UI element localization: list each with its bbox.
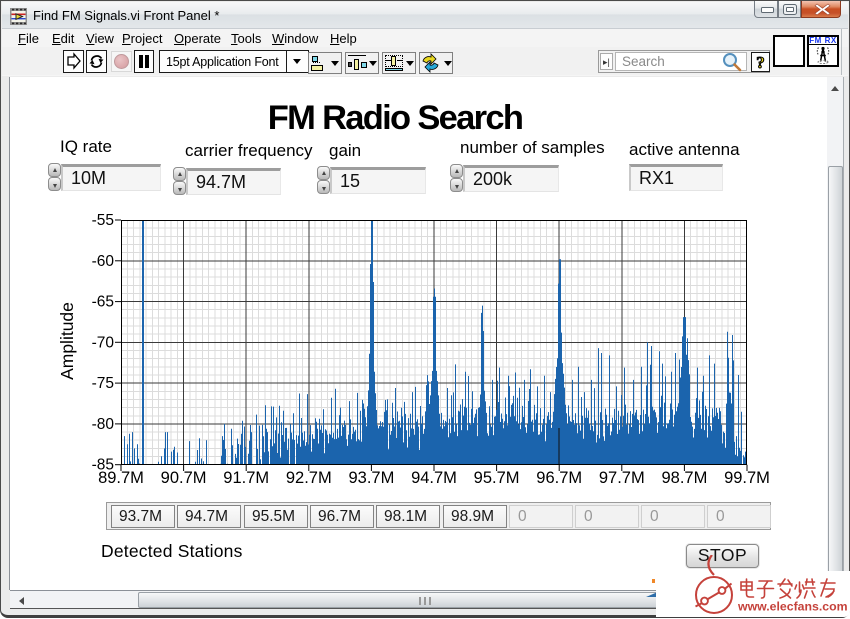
svg-text:Amplitude: Amplitude — [57, 302, 77, 380]
svg-text:95.7M: 95.7M — [474, 469, 520, 487]
svg-text:93.7M: 93.7M — [348, 469, 394, 487]
svg-text:89.7M: 89.7M — [98, 469, 144, 487]
svg-text:96.7M: 96.7M — [536, 469, 582, 487]
svg-text:98.7M: 98.7M — [661, 469, 707, 487]
svg-text:90.7M: 90.7M — [161, 469, 207, 487]
svg-text:99.7M: 99.7M — [724, 469, 770, 487]
svg-text:-60: -60 — [92, 253, 115, 270]
svg-text:97.7M: 97.7M — [599, 469, 645, 487]
svg-text:-70: -70 — [92, 334, 115, 351]
svg-text:91.7M: 91.7M — [223, 469, 269, 487]
svg-text:-80: -80 — [92, 416, 115, 433]
svg-text:94.7M: 94.7M — [411, 469, 457, 487]
svg-text:92.7M: 92.7M — [286, 469, 332, 487]
svg-text:-65: -65 — [92, 294, 114, 311]
svg-text:www.elecfans.com: www.elecfans.com — [737, 600, 848, 614]
svg-text:-55: -55 — [92, 212, 114, 229]
svg-text:-75: -75 — [92, 375, 114, 392]
